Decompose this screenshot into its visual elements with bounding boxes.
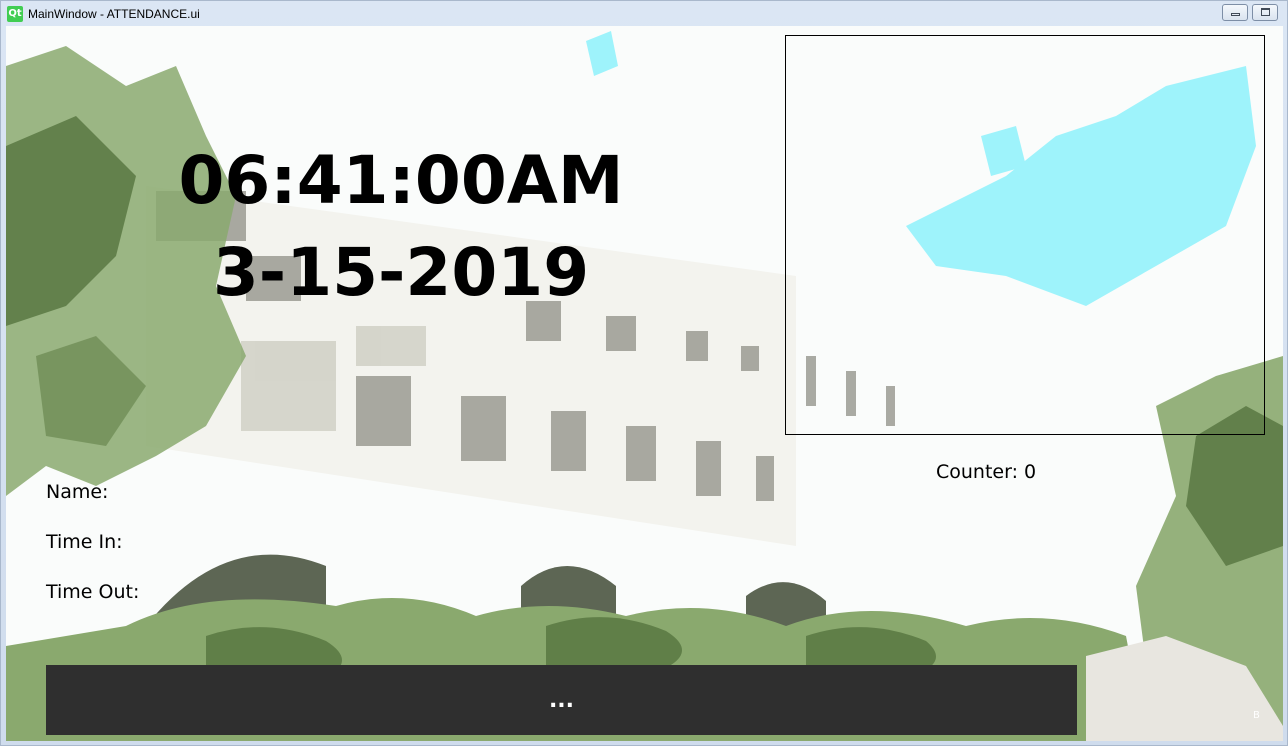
minimize-icon <box>1231 13 1240 16</box>
qt-logo-icon: Qt <box>7 6 23 22</box>
name-label: Name: <box>46 481 109 503</box>
time-out-label: Time Out: <box>46 581 140 603</box>
window-title: MainWindow - ATTENDANCE.ui <box>28 7 200 21</box>
time-display: 06:41:00AM <box>178 142 624 219</box>
date-display: 3-15-2019 <box>212 234 590 311</box>
corner-text: B <box>1253 710 1260 721</box>
time-in-label: Time In: <box>46 531 123 553</box>
action-button[interactable]: ... <box>46 665 1077 735</box>
camera-view <box>785 35 1265 435</box>
maximize-button[interactable] <box>1252 4 1278 21</box>
action-button-label: ... <box>548 687 575 713</box>
counter-label: Counter: 0 <box>936 461 1037 483</box>
maximize-icon <box>1261 8 1270 16</box>
main-window: Qt MainWindow - ATTENDANCE.ui 06:41:00AM… <box>0 0 1288 746</box>
title-bar[interactable]: Qt MainWindow - ATTENDANCE.ui <box>1 1 1287 27</box>
central-widget: 06:41:00AM 3-15-2019 Counter: 0 Name: Ti… <box>6 26 1283 741</box>
minimize-button[interactable] <box>1222 4 1248 21</box>
